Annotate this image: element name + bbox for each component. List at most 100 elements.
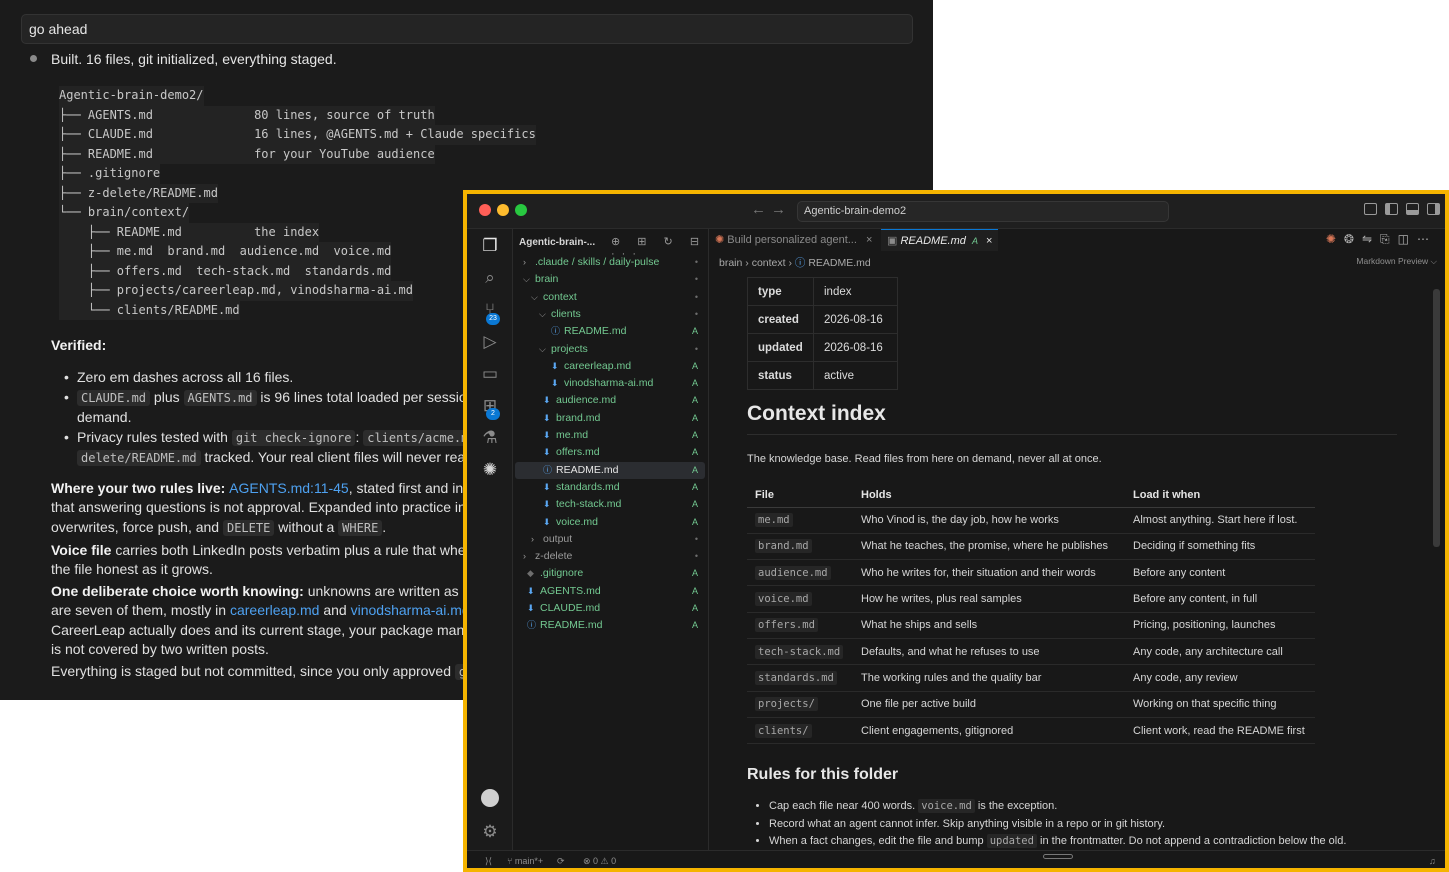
explorer-item[interactable]: ⌵ brain • bbox=[515, 271, 705, 288]
claude-sparkle-icon[interactable]: ✺ bbox=[479, 459, 501, 481]
problems-status[interactable]: ⊗ 0 ⚠ 0 bbox=[583, 856, 616, 867]
back-arrow-icon[interactable]: ← bbox=[751, 201, 766, 218]
explorer-files-icon[interactable]: ❐ bbox=[479, 235, 501, 257]
git-status-badge: A bbox=[691, 430, 698, 440]
toggle-panel-icon[interactable] bbox=[1406, 203, 1419, 215]
search-icon[interactable]: ⌕ bbox=[479, 267, 501, 289]
rules-list: Cap each file near 400 words. voice.md i… bbox=[747, 798, 1407, 851]
explorer-item[interactable]: ⬇ brand.md A bbox=[515, 410, 705, 427]
page-title: Context index bbox=[747, 402, 1397, 435]
vinodsharma-link[interactable]: vinodsharma-ai.md bbox=[351, 602, 470, 618]
git-status-badge: • bbox=[694, 257, 698, 267]
chevron-down-icon[interactable]: ⌵ bbox=[523, 271, 530, 288]
activity-bar: ❐ ⌕ ⑂ 23 ▷ ▭ ⊞ 2 ⚗ ✺ ⚙ bbox=[467, 229, 513, 859]
table-row: clients/Client engagements, gitignored Cl… bbox=[747, 717, 1315, 745]
explorer-item[interactable]: ⬇ offers.md A bbox=[515, 444, 705, 461]
explorer-item[interactable]: ⓘ README.md A bbox=[515, 323, 705, 340]
tab-build-agent[interactable]: ✺ Build personalized agent... × bbox=[715, 229, 872, 251]
table-cell: Any code, any architecture call bbox=[1125, 638, 1315, 666]
panel-handle[interactable] bbox=[1043, 854, 1073, 859]
table-row: offers.md What he ships and sells Pricing,… bbox=[747, 612, 1315, 639]
notifications-bell-icon[interactable]: ♫ bbox=[1429, 856, 1436, 866]
explorer-item[interactable]: ⌵ clients • bbox=[515, 306, 705, 323]
info-file-icon: ⓘ bbox=[527, 620, 537, 631]
explorer-item[interactable]: ⌵ context • bbox=[515, 289, 705, 306]
explorer-item[interactable]: › .claude / skills / daily-pulse • bbox=[515, 254, 705, 271]
chevron-right-icon[interactable]: › bbox=[523, 254, 526, 271]
compare-changes-icon[interactable]: ⇋ bbox=[1362, 232, 1380, 246]
list-item: Privacy rules tested with git check-igno… bbox=[62, 428, 480, 449]
close-window-button[interactable] bbox=[479, 204, 491, 216]
git-branch-status[interactable]: ⑂ main*+ bbox=[507, 856, 543, 866]
breadcrumb-file[interactable]: README.md bbox=[808, 257, 870, 269]
voice-paragraph: Voice file carries both LinkedIn posts v… bbox=[51, 542, 474, 558]
forward-arrow-icon[interactable]: → bbox=[771, 201, 786, 218]
chevron-down-icon[interactable]: ⌵ bbox=[539, 341, 546, 358]
customize-layout-icon[interactable] bbox=[1364, 203, 1377, 215]
frontmatter-row: type index bbox=[747, 277, 898, 306]
tree-line: ├── .gitignore bbox=[59, 164, 161, 184]
agents-md-link[interactable]: AGENTS.md:11-45 bbox=[229, 480, 349, 496]
explorer-item-label: me.md bbox=[556, 429, 589, 441]
settings-gear-icon[interactable]: ⚙ bbox=[479, 821, 501, 843]
tab-readme[interactable]: ▣ README.md A × bbox=[881, 229, 999, 251]
explorer-item[interactable]: ⓘ README.md A bbox=[515, 461, 705, 479]
account-avatar-icon[interactable] bbox=[479, 789, 501, 811]
open-source-icon[interactable]: ⎘ bbox=[1380, 232, 1398, 246]
breadcrumb-context[interactable]: context bbox=[752, 257, 786, 269]
table-cell: What he ships and sells bbox=[853, 612, 1125, 639]
remote-icon[interactable]: ⟩⟨ bbox=[485, 856, 492, 867]
breadcrumb-brain[interactable]: brain bbox=[719, 257, 742, 269]
lead-paragraph: The knowledge base. Read files from here… bbox=[747, 453, 1102, 465]
claude-action-icon[interactable]: ✺ bbox=[1326, 232, 1344, 246]
careerleap-link[interactable]: careerleap.md bbox=[230, 602, 320, 618]
explorer-item[interactable]: › output • bbox=[515, 531, 705, 548]
explorer-item[interactable]: ⬇ AGENTS.md A bbox=[515, 583, 705, 600]
chevron-right-icon[interactable]: › bbox=[523, 548, 526, 565]
explorer-item[interactable]: › z-delete • bbox=[515, 548, 705, 565]
explorer-item-label: README.md bbox=[540, 619, 603, 632]
explorer-item[interactable]: ⬇ CLAUDE.md A bbox=[515, 600, 705, 617]
info-icon: ⓘ bbox=[794, 257, 806, 269]
markdown-file-icon: ⬇ bbox=[527, 603, 535, 613]
minimize-window-button[interactable] bbox=[497, 204, 509, 216]
chevron-down-icon[interactable]: ⌵ bbox=[531, 289, 538, 306]
file-name-code: clients/ bbox=[755, 723, 812, 738]
remote-explorer-icon[interactable]: ▭ bbox=[479, 363, 501, 385]
list-item-continuation: delete/README.md tracked. Your real clie… bbox=[62, 448, 480, 469]
toggle-primary-sidebar-icon[interactable] bbox=[1385, 203, 1398, 215]
testing-flask-icon[interactable]: ⚗ bbox=[479, 427, 501, 449]
explorer-item[interactable]: ⬇ audience.md A bbox=[515, 392, 705, 409]
git-status-badge: • bbox=[694, 533, 698, 544]
explorer-item[interactable]: ⓘ README.md A bbox=[515, 617, 705, 634]
rules-paragraph: Where your two rules live: AGENTS.md:11-… bbox=[51, 480, 479, 496]
explorer-item[interactable]: ⬇ standards.md A bbox=[515, 479, 705, 496]
chevron-right-icon[interactable]: › bbox=[531, 531, 534, 548]
close-tab-icon[interactable]: × bbox=[866, 234, 872, 246]
explorer-item[interactable]: ⬇ voice.md A bbox=[515, 514, 705, 531]
explorer-item[interactable]: ◆ .gitignore A bbox=[515, 565, 705, 582]
explorer-item[interactable]: ⬇ me.md A bbox=[515, 427, 705, 444]
toggle-secondary-sidebar-icon[interactable] bbox=[1427, 203, 1440, 215]
sync-icon[interactable]: ⟳ bbox=[557, 856, 565, 867]
maximize-window-button[interactable] bbox=[515, 204, 527, 216]
openai-action-icon[interactable]: ❂ bbox=[1344, 232, 1362, 246]
table-row: voice.md How he writes, plus real samples… bbox=[747, 585, 1315, 613]
explorer-item[interactable]: ⬇ tech-stack.md A bbox=[515, 496, 705, 513]
table-header: Load it when bbox=[1125, 483, 1315, 508]
explorer-item[interactable]: ⌵ projects • bbox=[515, 341, 705, 358]
explorer-item[interactable]: ⬇ vinodsharma-ai.md A bbox=[515, 375, 705, 392]
explorer-item[interactable]: ⬇ careerleap.md A bbox=[515, 358, 705, 375]
frontmatter-value: 2026-08-16 bbox=[813, 333, 898, 362]
split-editor-icon[interactable]: ◫ bbox=[1398, 232, 1417, 246]
run-debug-icon[interactable]: ▷ bbox=[479, 331, 501, 353]
chevron-down-icon[interactable]: ⌵ bbox=[539, 306, 546, 323]
preview-scrollbar[interactable] bbox=[1433, 289, 1440, 547]
markdown-preview-label[interactable]: Markdown Preview ⌵ bbox=[1356, 256, 1437, 267]
close-tab-icon[interactable]: × bbox=[986, 235, 992, 247]
explorer-item-label: context bbox=[543, 290, 577, 303]
command-center-search[interactable]: Agentic-brain-demo2 bbox=[797, 201, 1169, 222]
tree-line: ├── README.md for your YouTube audience bbox=[59, 144, 435, 164]
more-actions-icon[interactable]: ⋯ bbox=[1417, 232, 1437, 246]
git-status-badge: • bbox=[694, 308, 698, 319]
